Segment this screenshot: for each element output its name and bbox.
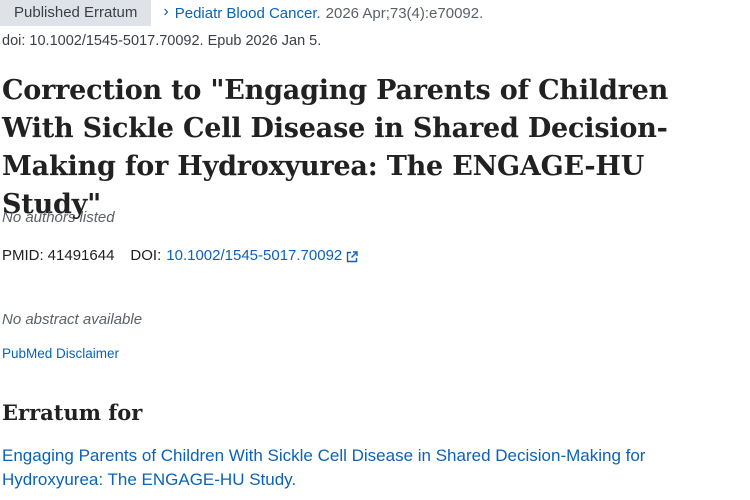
erratum-heading: Erratum for	[2, 400, 143, 425]
publication-type-badge: Published Erratum	[0, 0, 152, 26]
journal-citation: › Pediatr Blood Cancer. 2026 Apr;73(4):e…	[163, 3, 484, 22]
page-title: Correction to "Engaging Parents of Child…	[2, 75, 669, 220]
erratum-article-link[interactable]: Engaging Parents of Children With Sickle…	[2, 444, 742, 492]
abstract-text: No abstract available	[2, 311, 143, 328]
pubmed-disclaimer-link[interactable]: PubMed Disclaimer	[2, 346, 119, 361]
pmid-value: 41491644	[47, 247, 115, 264]
journal-link[interactable]: Pediatr Blood Cancer.	[175, 5, 321, 22]
pmid-label: PMID:	[2, 247, 44, 264]
external-link-icon[interactable]	[346, 250, 358, 263]
authors-list: No authors listed	[2, 209, 115, 226]
doi-epub-line: doi: 10.1002/1545-5017.70092. Epub 2026 …	[2, 33, 322, 49]
citation-text: 2026 Apr;73(4):e70092.	[325, 4, 484, 22]
chevron-right-icon[interactable]: ›	[163, 3, 168, 21]
doi-link[interactable]: 10.1002/1545-5017.70092	[166, 247, 342, 264]
article-header: Published Erratum › Pediatr Blood Cancer…	[0, 0, 483, 26]
identifiers: PMID: 41491644 DOI: 10.1002/1545-5017.70…	[2, 247, 358, 264]
doi-label: DOI:	[130, 247, 162, 264]
